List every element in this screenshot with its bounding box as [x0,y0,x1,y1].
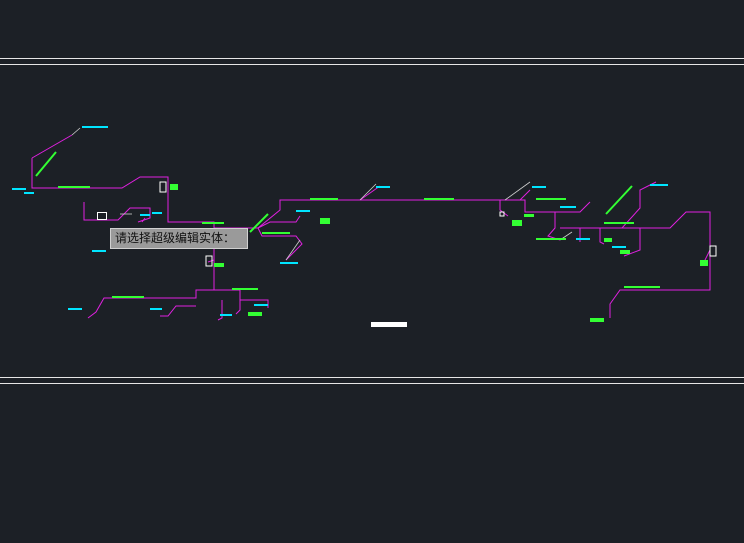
pipe-labels-diagonal [35,151,633,233]
cad-drawing-viewport[interactable]: 请选择超级编辑实体： [0,0,744,543]
pipe-main-line[interactable] [280,181,711,318]
command-prompt-tooltip: 请选择超级编辑实体： [110,228,248,249]
pipe-drawing[interactable] [0,0,744,543]
text-block-marker [371,322,407,327]
command-prompt-text: 请选择超级编辑实体： [115,231,236,245]
elevation-annotations [12,126,668,316]
pickbox-cursor-icon [97,212,107,220]
pipe-labels [58,184,708,322]
